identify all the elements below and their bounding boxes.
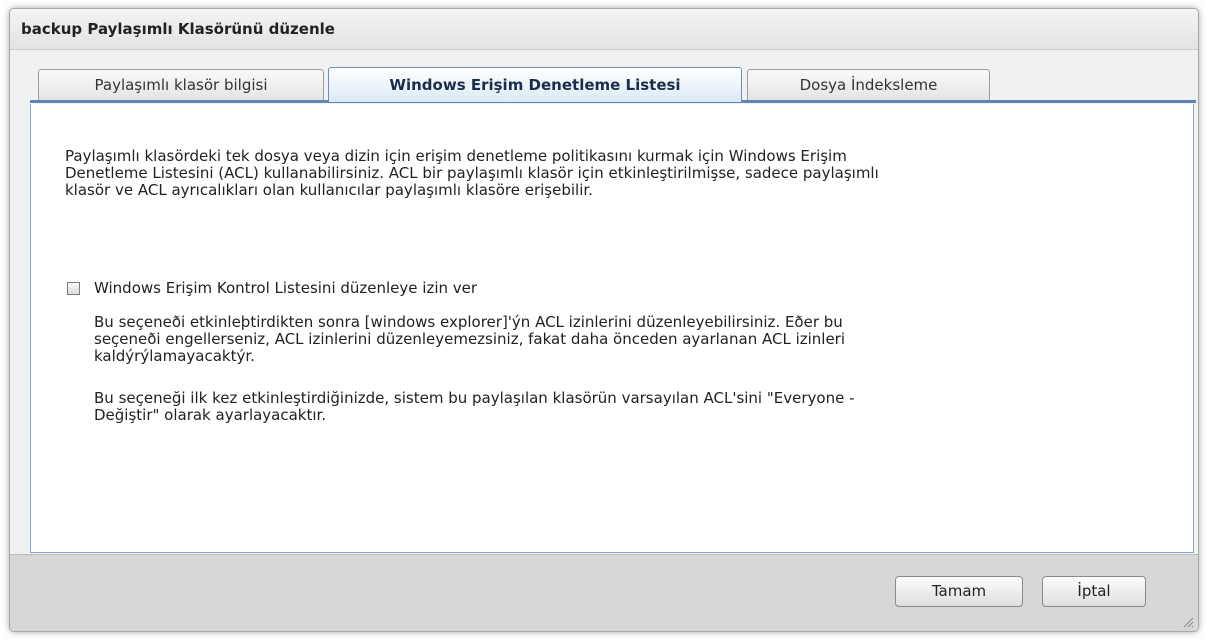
tab-shared-folder-info[interactable]: Paylaşımlı klasör bilgisi: [38, 69, 324, 100]
resize-grip-icon[interactable]: [1182, 616, 1194, 628]
description-line: Denetleme Listesini (ACL) kullanabilirsi…: [65, 164, 879, 182]
note-line: Değiştir" olarak ayarlayacaktır.: [94, 406, 327, 424]
tab-file-indexing[interactable]: Dosya İndeksleme: [747, 69, 990, 100]
description-line: klasör ve ACL ayrıcalıkları olan kullanı…: [65, 181, 593, 199]
note-line: Bu seçeneði etkinleþtirdikten sonra [win…: [94, 313, 843, 331]
note-line: Bu seçeneği ilk kez etkinleştirdiğinizde…: [94, 389, 855, 407]
tab-windows-acl[interactable]: Windows Erişim Denetleme Listesi: [328, 67, 742, 102]
tab-strip: Paylaşımlı klasör bilgisi Windows Erişim…: [10, 50, 1198, 102]
description-line: Paylaşımlı klasördeki tek dosya veya diz…: [65, 147, 847, 165]
tab-label: Windows Erişim Denetleme Listesi: [389, 76, 681, 94]
tab-label: Dosya İndeksleme: [799, 76, 938, 94]
dialog-titlebar[interactable]: backup Paylaşımlı Klasörünü düzenle: [10, 9, 1198, 50]
cancel-button[interactable]: İptal: [1042, 576, 1146, 607]
dialog-title: backup Paylaşımlı Klasörünü düzenle: [21, 20, 335, 38]
dialog-footer: Tamam İptal: [10, 554, 1198, 631]
note-line: seçeneði engellerseniz, ACL izinlerini d…: [94, 330, 846, 348]
note-line: kaldýrýlamayacaktýr.: [94, 347, 255, 365]
ok-button[interactable]: Tamam: [895, 576, 1023, 607]
tab-label: Paylaşımlı klasör bilgisi: [94, 76, 268, 94]
allow-acl-edit-label[interactable]: Windows Erişim Kontrol Listesini düzenle…: [94, 280, 477, 297]
allow-acl-edit-checkbox[interactable]: [67, 282, 80, 295]
edit-shared-folder-dialog: backup Paylaşımlı Klasörünü düzenle Payl…: [9, 8, 1199, 632]
